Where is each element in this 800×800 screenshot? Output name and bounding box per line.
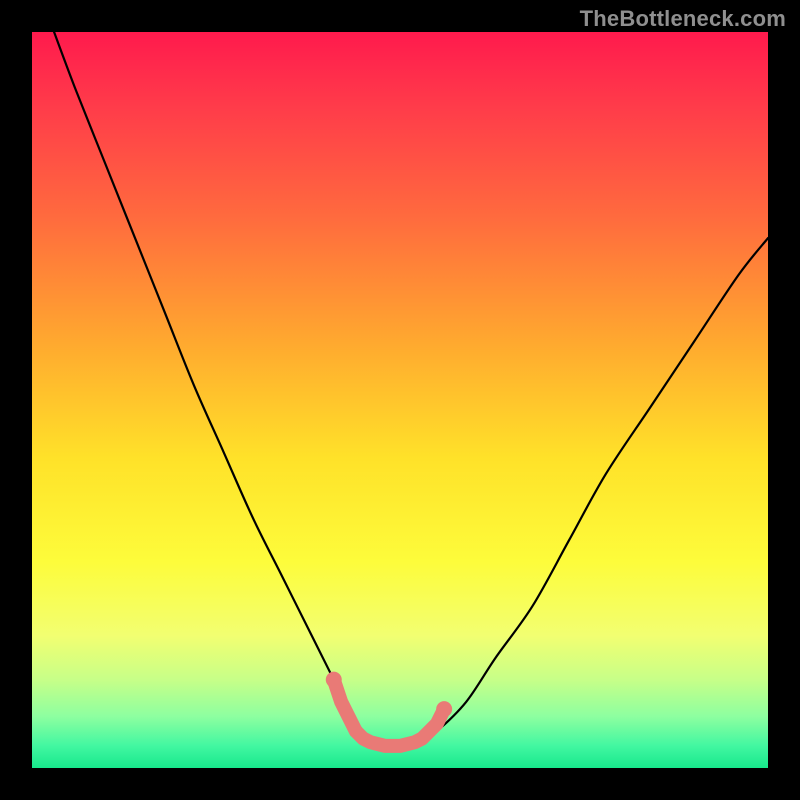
optimal-marker bbox=[326, 672, 452, 746]
chart-frame: TheBottleneck.com bbox=[0, 0, 800, 800]
bottleneck-curve bbox=[54, 32, 768, 747]
optimal-marker-dot bbox=[436, 701, 452, 717]
plot-area bbox=[32, 32, 768, 768]
watermark-text: TheBottleneck.com bbox=[580, 6, 786, 32]
optimal-marker-dot bbox=[326, 672, 342, 688]
curve-layer bbox=[32, 32, 768, 768]
optimal-marker-path bbox=[334, 680, 444, 746]
